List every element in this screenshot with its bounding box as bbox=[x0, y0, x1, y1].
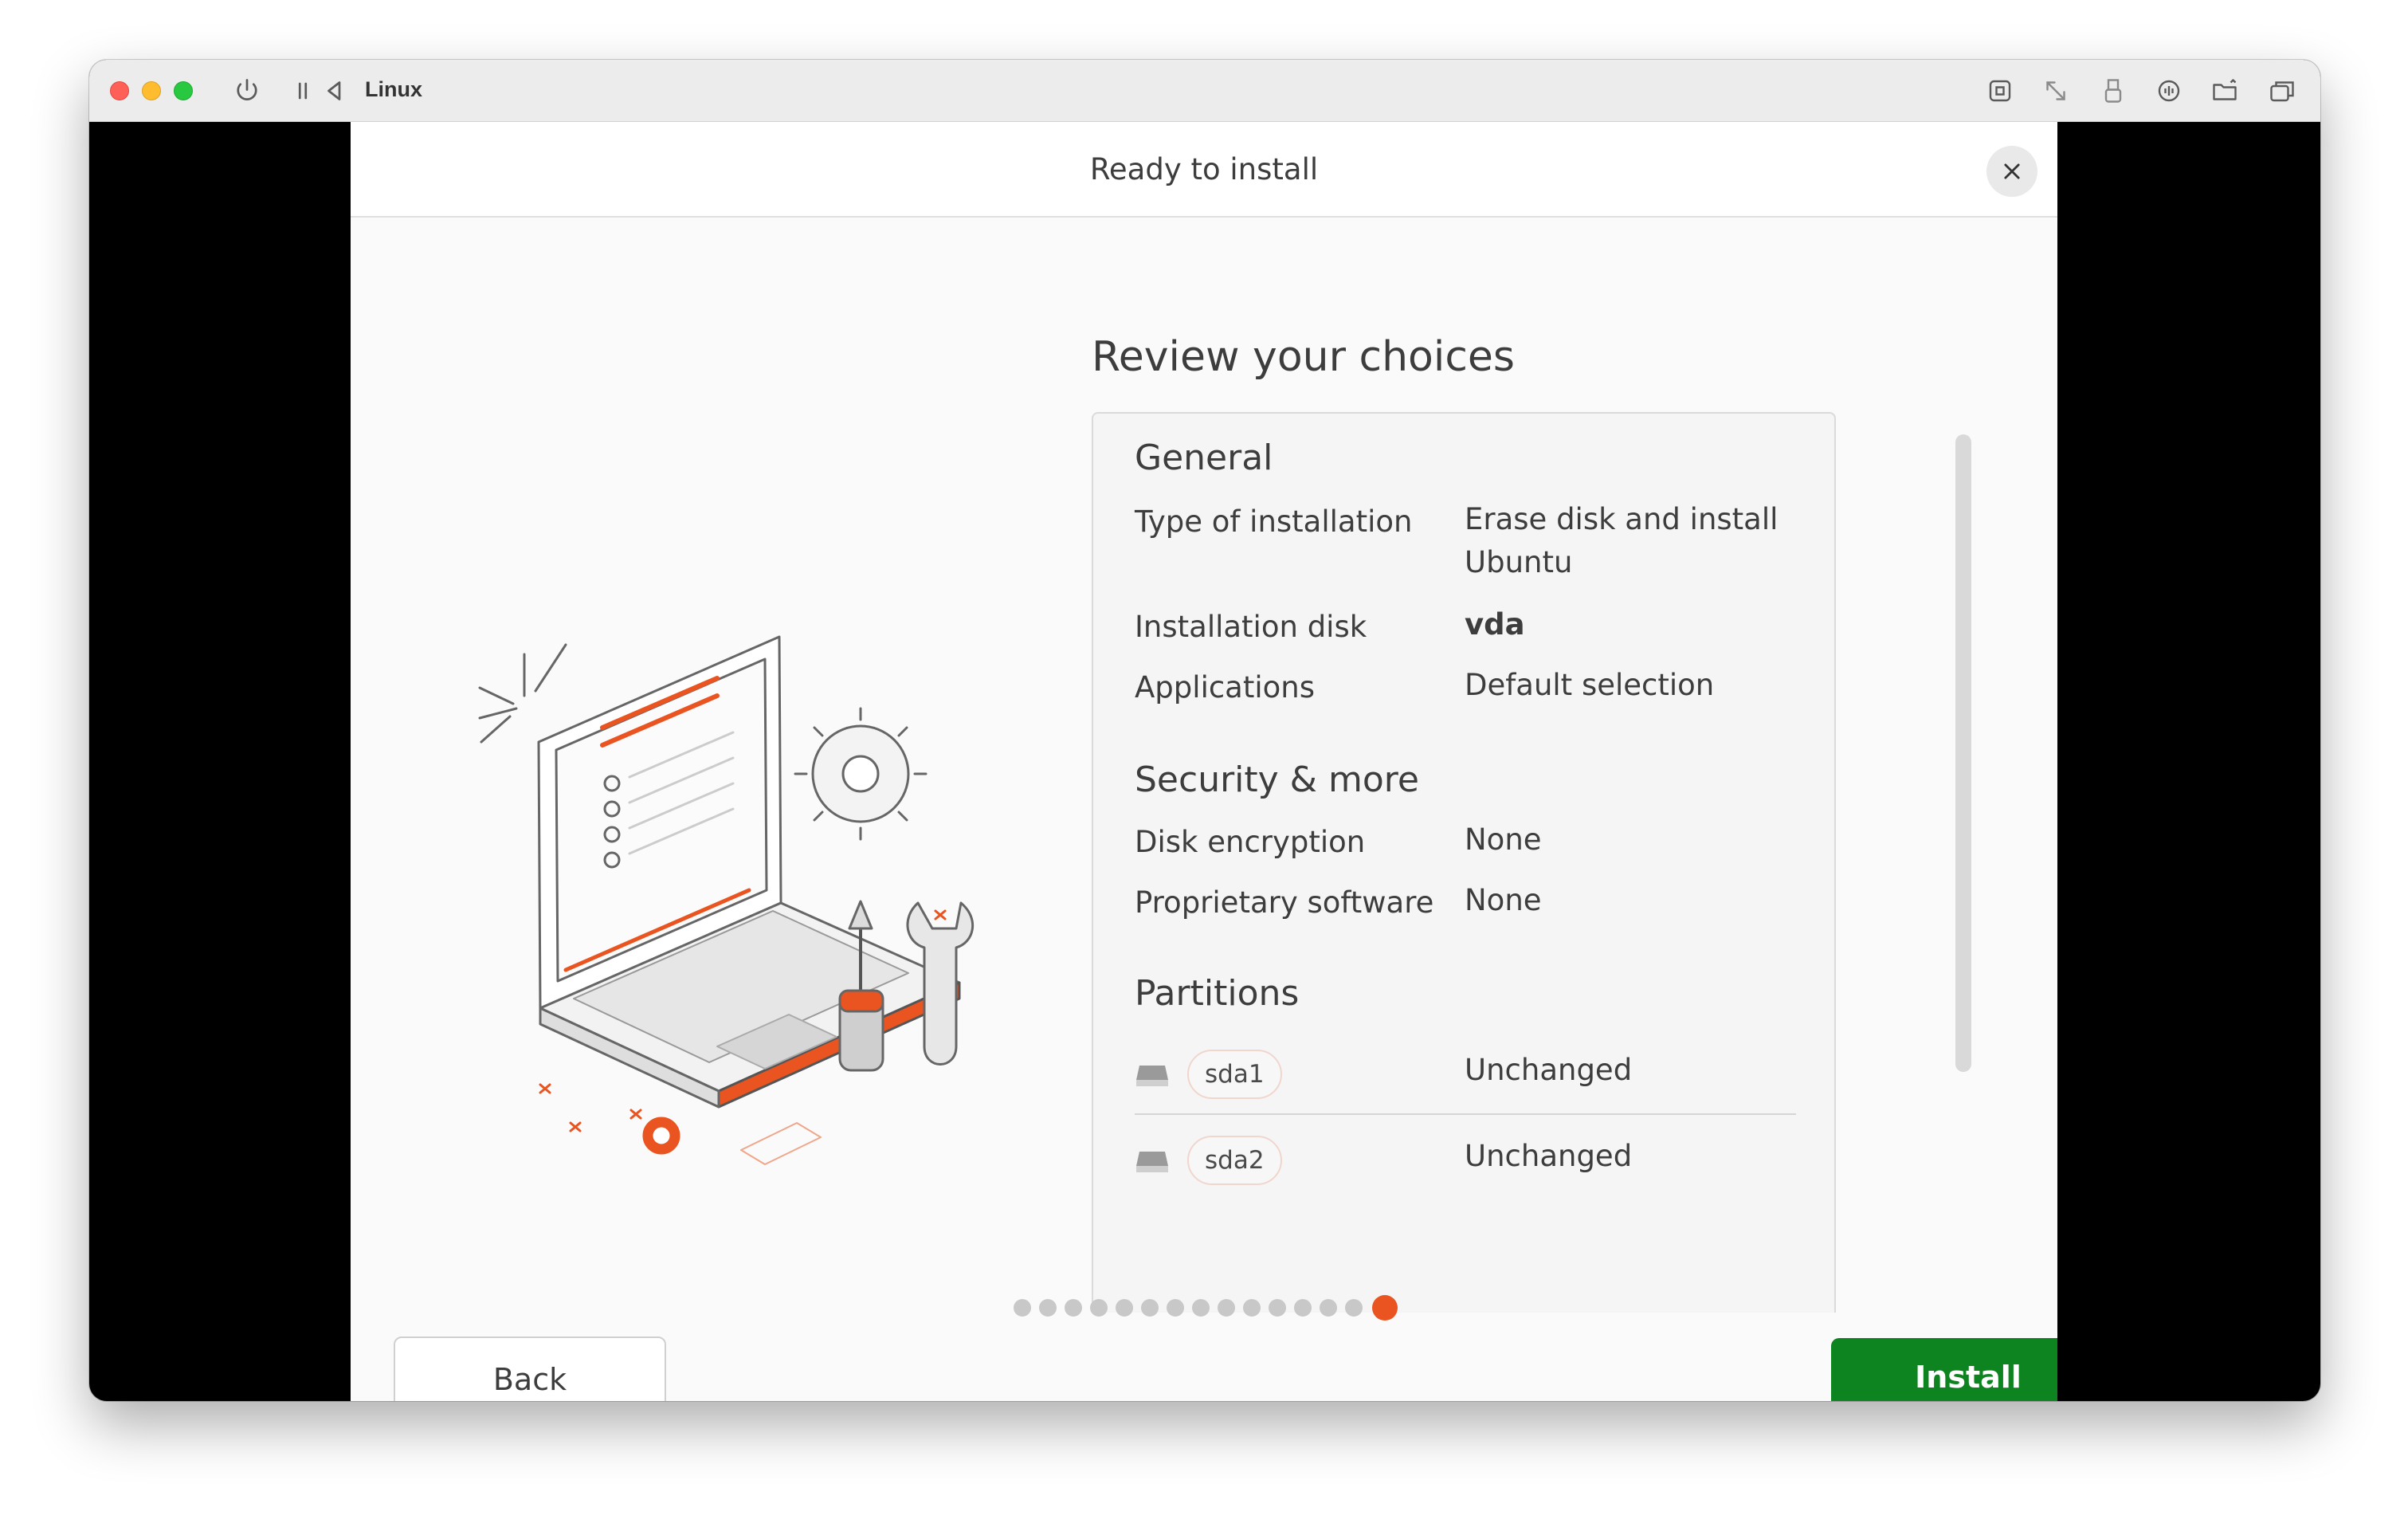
value-proprietary-software: None bbox=[1465, 883, 1542, 917]
window-maximize-button[interactable] bbox=[174, 81, 193, 100]
power-icon[interactable] bbox=[233, 77, 261, 105]
partition-chip: sda1 bbox=[1187, 1050, 1282, 1099]
disk-icon bbox=[1136, 1066, 1168, 1086]
close-icon bbox=[2004, 163, 2020, 179]
windows-icon[interactable] bbox=[2268, 77, 2296, 105]
vm-title: Linux bbox=[365, 77, 422, 101]
usb-icon[interactable] bbox=[2099, 77, 2128, 105]
partition-chip: sda2 bbox=[1187, 1136, 1282, 1185]
label-installation-type: Type of installation bbox=[1135, 504, 1413, 539]
step-dot bbox=[1320, 1299, 1337, 1317]
step-dot bbox=[1116, 1299, 1133, 1317]
window-close-button[interactable] bbox=[110, 81, 129, 100]
window-minimize-button[interactable] bbox=[142, 81, 161, 100]
partition-row: sda1 Unchanged bbox=[1135, 1035, 1796, 1115]
review-panel: General Type of installation Erase disk … bbox=[1092, 412, 1836, 1313]
shared-folder-icon[interactable] bbox=[2210, 77, 2239, 105]
value-disk-encryption: None bbox=[1465, 822, 1542, 857]
command-key-icon[interactable] bbox=[1986, 77, 2014, 105]
step-progress-dots bbox=[0, 1295, 2408, 1331]
value-installation-disk: vda bbox=[1465, 607, 1525, 642]
step-dot-current bbox=[1372, 1295, 1398, 1321]
step-dot bbox=[1294, 1299, 1312, 1317]
back-button[interactable]: Back bbox=[394, 1336, 666, 1401]
step-dot bbox=[1192, 1299, 1210, 1317]
install-button[interactable]: Install bbox=[1831, 1338, 2057, 1401]
review-scrollbar[interactable] bbox=[1955, 434, 1971, 1072]
step-dot bbox=[1014, 1299, 1031, 1317]
step-dot bbox=[1141, 1299, 1159, 1317]
review-title: Review your choices bbox=[1092, 333, 1515, 381]
laptop-tools-illustration bbox=[478, 635, 975, 1165]
step-dot bbox=[1039, 1299, 1057, 1317]
audio-icon[interactable] bbox=[2155, 77, 2183, 105]
label-installation-disk: Installation disk bbox=[1135, 610, 1367, 644]
section-title-partitions: Partitions bbox=[1135, 973, 1300, 1014]
label-applications: Applications bbox=[1135, 670, 1316, 705]
dialog-header: Ready to install bbox=[351, 122, 2057, 218]
vm-titlebar: Linux bbox=[89, 60, 2320, 122]
section-title-security: Security & more bbox=[1135, 760, 1419, 800]
label-disk-encryption: Disk encryption bbox=[1135, 825, 1366, 859]
resize-icon[interactable] bbox=[2041, 77, 2070, 105]
partition-row: sda2 Unchanged bbox=[1135, 1121, 1796, 1201]
label-proprietary-software: Proprietary software bbox=[1135, 885, 1434, 920]
step-dot bbox=[1167, 1299, 1184, 1317]
dialog-title: Ready to install bbox=[1089, 152, 1319, 186]
section-title-general: General bbox=[1135, 438, 1273, 478]
step-dot bbox=[1243, 1299, 1261, 1317]
step-dot bbox=[1218, 1299, 1235, 1317]
back-icon[interactable] bbox=[320, 77, 349, 105]
step-dot bbox=[1345, 1299, 1363, 1317]
step-dot bbox=[1065, 1299, 1082, 1317]
pause-icon[interactable] bbox=[288, 77, 317, 105]
value-applications: Default selection bbox=[1465, 668, 1715, 702]
dialog-close-button[interactable] bbox=[1986, 146, 2037, 197]
step-dot bbox=[1269, 1299, 1286, 1317]
value-installation-type: Erase disk and install Ubuntu bbox=[1465, 502, 1779, 579]
partition-status: Unchanged bbox=[1465, 1053, 1633, 1087]
partition-status: Unchanged bbox=[1465, 1139, 1633, 1173]
step-dot bbox=[1090, 1299, 1108, 1317]
installer-dialog: Ready to install Review your choices Gen… bbox=[351, 122, 2057, 1401]
disk-icon bbox=[1136, 1152, 1168, 1172]
